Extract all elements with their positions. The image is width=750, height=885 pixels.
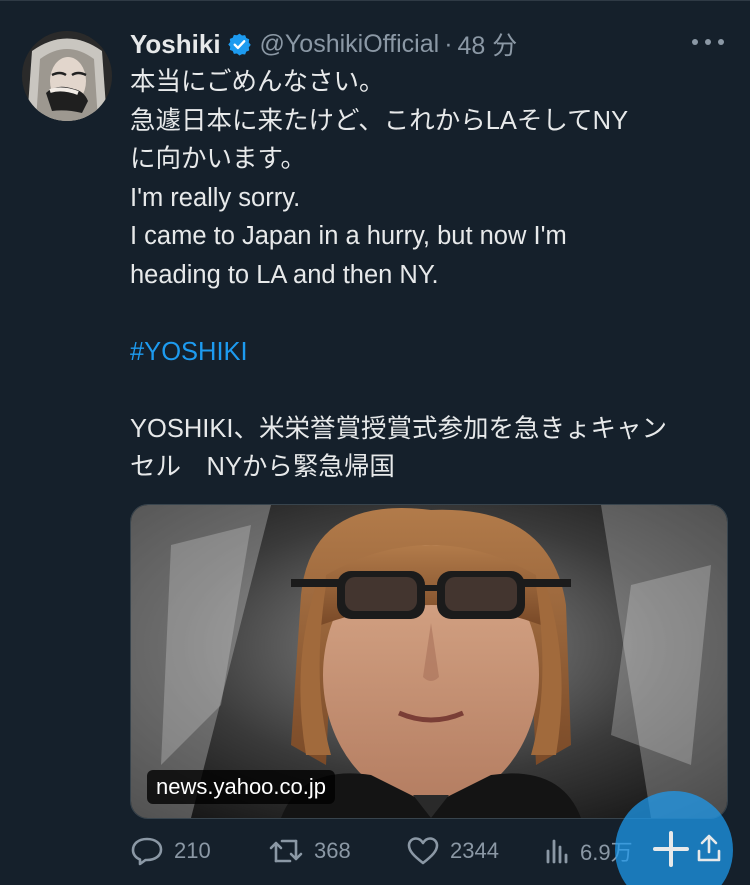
reply-button[interactable]: 210 bbox=[130, 831, 211, 871]
share-icon[interactable] bbox=[696, 833, 722, 863]
verified-badge-icon bbox=[227, 32, 252, 57]
hashtag-link[interactable]: #YOSHIKI bbox=[130, 333, 730, 372]
tweet-text-line: 本当にごめんなさい。 bbox=[130, 68, 385, 96]
more-dot bbox=[718, 39, 724, 45]
handle[interactable]: @YoshikiOfficial bbox=[260, 30, 440, 59]
card-domain: news.yahoo.co.jp bbox=[147, 770, 335, 804]
retweet-button[interactable]: 368 bbox=[268, 831, 351, 871]
headline-line: セル NYから緊急帰国 bbox=[130, 453, 395, 481]
tweet-text-line: heading to LA and then NY. bbox=[130, 260, 439, 289]
tweet-text-line: I'm really sorry. bbox=[130, 183, 301, 212]
tweet[interactable]: Yoshiki @YoshikiOfficial · 48 分 本当にごめんなさ… bbox=[0, 0, 750, 885]
reply-count: 210 bbox=[174, 838, 211, 863]
avatar[interactable] bbox=[22, 31, 112, 121]
compose-plus-icon bbox=[653, 831, 689, 867]
tweet-text-line: 急遽日本に来たけど、これからLAそしてNY bbox=[130, 106, 629, 135]
display-name[interactable]: Yoshiki bbox=[130, 29, 221, 60]
like-count: 2344 bbox=[450, 838, 499, 863]
like-icon bbox=[407, 837, 439, 865]
retweet-icon bbox=[269, 839, 303, 863]
headline-line: YOSHIKI、米栄誉賞授賞式参加を急きょキャン bbox=[130, 414, 667, 443]
views-icon bbox=[546, 839, 568, 864]
tweet-header: Yoshiki @YoshikiOfficial · 48 分 bbox=[130, 27, 517, 61]
tweet-text-line: I came to Japan in a hurry, but now I'm bbox=[130, 222, 567, 250]
more-dot bbox=[692, 39, 698, 45]
retweet-count: 368 bbox=[314, 838, 351, 863]
tweet-text: 本当にごめんなさい。 急遽日本に来たけど、これからLAそしてNY に向かいます。… bbox=[130, 63, 730, 487]
timestamp[interactable]: 48 分 bbox=[458, 26, 518, 62]
link-card[interactable]: news.yahoo.co.jp bbox=[130, 504, 728, 819]
more-dot bbox=[705, 39, 711, 45]
more-icon[interactable] bbox=[692, 37, 724, 47]
separator-dot: · bbox=[444, 29, 453, 58]
like-button[interactable]: 2344 bbox=[406, 831, 499, 871]
reply-icon bbox=[131, 837, 163, 866]
tweet-text-line: に向かいます。 bbox=[130, 145, 306, 173]
